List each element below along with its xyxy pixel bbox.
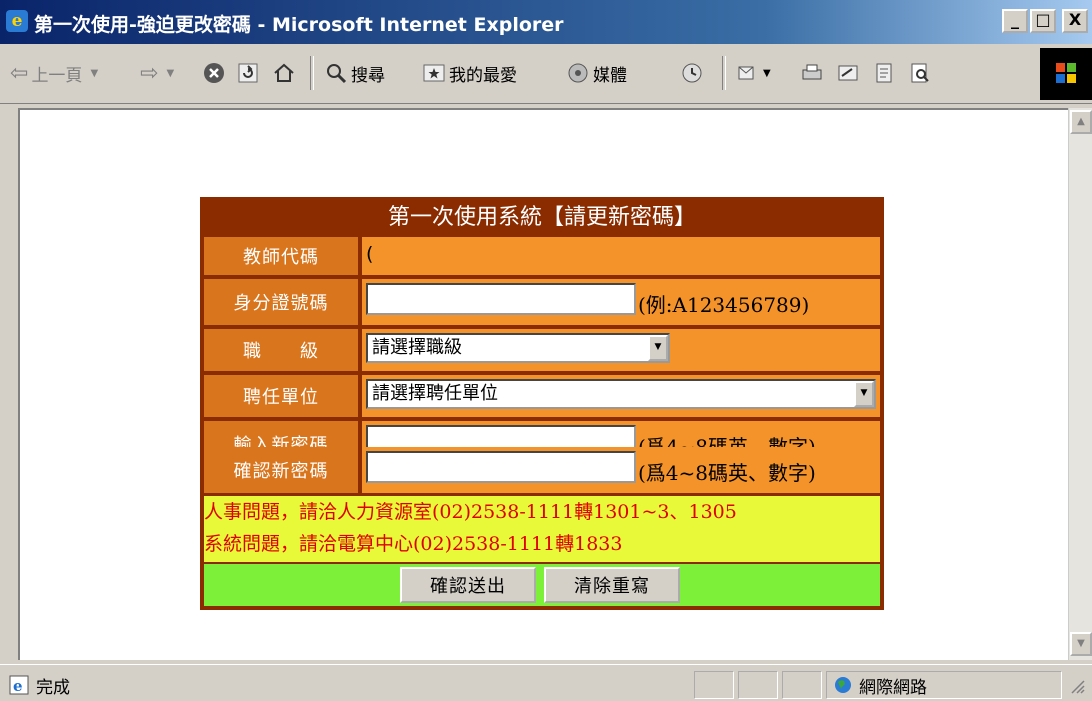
media-icon (568, 63, 588, 83)
rank-select[interactable]: 請選擇職級 ▼ (366, 333, 670, 363)
chevron-down-icon[interactable]: ▼ (854, 381, 874, 407)
unit-select-value: 請選擇聘任單位 (372, 383, 498, 404)
id-number-row: 身分證號碼 (例:A123456789) (204, 279, 880, 325)
research-icon (911, 63, 929, 83)
button-row: 確認送出 清除重寫 (204, 564, 880, 606)
status-text: 完成 (36, 677, 70, 698)
forward-button[interactable]: ⇨ ▼ (140, 58, 174, 88)
stop-icon (204, 63, 224, 83)
unit-row: 聘任單位 請選擇聘任單位 ▼ (204, 375, 880, 417)
it-contact-line: 系統問題，請洽電算中心(02)2538-1111轉1833 (204, 533, 623, 555)
confirm-password-label: 確認新密碼 (204, 447, 358, 493)
print-icon (802, 64, 822, 80)
toolbar-separator (310, 56, 314, 90)
vertical-scrollbar[interactable]: ▲ ▼ (1068, 108, 1092, 660)
toolbar: ⇦ 上一頁 ▼ ⇨ ▼ 搜尋 我的最愛 媒體 ▼ (0, 44, 1092, 104)
reset-button[interactable]: 清除重寫 (544, 567, 680, 603)
search-icon (327, 64, 347, 84)
unit-value-cell: 請選擇聘任單位 ▼ (362, 375, 880, 417)
resize-grip-icon[interactable] (1066, 671, 1090, 699)
favorites-button[interactable]: 我的最愛 (422, 58, 517, 88)
contact-info: 人事問題，請洽人力資源室(02)2538-1111轉1301~3、1305 系統… (204, 496, 880, 562)
scroll-down-button[interactable]: ▼ (1070, 632, 1092, 656)
teacher-code-value: ( (366, 243, 374, 265)
chevron-down-icon: ▼ (763, 67, 771, 79)
page-done-icon: e (9, 675, 29, 695)
document-icon (876, 63, 892, 83)
id-number-label: 身分證號碼 (204, 279, 358, 325)
rank-row: 職 級 請選擇職級 ▼ (204, 329, 880, 371)
rank-value-cell: 請選擇職級 ▼ (362, 329, 880, 371)
confirm-password-value-cell: (爲4~8碼英、數字) (362, 447, 880, 493)
minimize-button[interactable]: _ (1002, 9, 1028, 33)
confirm-password-input[interactable] (366, 451, 636, 483)
forward-arrow-icon: ⇨ (140, 60, 159, 86)
globe-icon (835, 677, 851, 693)
windows-logo-icon (1040, 48, 1092, 100)
unit-select[interactable]: 請選擇聘任單位 ▼ (366, 379, 876, 409)
edit-button[interactable] (836, 58, 863, 88)
scroll-up-button[interactable]: ▲ (1070, 110, 1092, 134)
favorites-label: 我的最愛 (449, 65, 517, 86)
back-button[interactable]: ⇦ 上一頁 ▼ (10, 58, 98, 88)
search-button[interactable]: 搜尋 (324, 58, 385, 88)
confirm-password-row: 確認新密碼 (爲4~8碼英、數字) (204, 447, 880, 493)
stop-button[interactable] (202, 58, 229, 88)
home-button[interactable] (272, 58, 299, 88)
back-label: 上一頁 (31, 65, 83, 86)
favorites-star-icon (423, 64, 445, 82)
rank-select-value: 請選擇職級 (372, 337, 462, 358)
search-label: 搜尋 (351, 65, 385, 86)
toolbar-separator (722, 56, 726, 90)
teacher-code-label: 教師代碼 (204, 237, 358, 275)
research-button[interactable] (908, 58, 935, 88)
id-number-value-cell: (例:A123456789) (362, 279, 880, 325)
print-button[interactable] (800, 58, 827, 88)
form-title: 第一次使用系統【請更新密碼】 (387, 205, 696, 230)
media-label: 媒體 (593, 65, 627, 86)
history-icon (682, 63, 702, 83)
title-bar: e 第一次使用-強迫更改密碼 - Microsoft Internet Expl… (0, 0, 1092, 44)
edit-icon (838, 65, 858, 81)
status-bar: e 完成 網際網路 (0, 664, 1092, 701)
close-button[interactable]: X (1062, 9, 1088, 33)
maximize-button[interactable]: □ (1030, 9, 1056, 33)
zone-text: 網際網路 (859, 677, 927, 698)
teacher-code-row: 教師代碼 ( (204, 237, 880, 275)
refresh-button[interactable] (236, 58, 263, 88)
status-panel (782, 671, 822, 699)
password-form: 第一次使用系統【請更新密碼】 教師代碼 ( 身分證號碼 (例:A12345678… (200, 197, 884, 610)
unit-label: 聘任單位 (204, 375, 358, 417)
media-button[interactable]: 媒體 (566, 58, 627, 88)
confirm-password-hint: (爲4~8碼英、數字) (638, 461, 816, 485)
ie-logo-icon: e (6, 10, 28, 32)
id-number-hint: (例:A123456789) (638, 293, 810, 317)
chevron-down-icon: ▼ (166, 67, 175, 79)
home-icon (274, 63, 294, 82)
teacher-code-value-cell: ( (362, 237, 880, 275)
mail-button[interactable]: ▼ (736, 58, 771, 88)
status-panel (738, 671, 778, 699)
hr-contact-line: 人事問題，請洽人力資源室(02)2538-1111轉1301~3、1305 (204, 501, 737, 523)
zone-panel: 網際網路 (826, 671, 1062, 699)
window-title: 第一次使用-強迫更改密碼 - Microsoft Internet Explor… (34, 14, 564, 36)
discuss-button[interactable] (872, 58, 899, 88)
svg-text:e: e (13, 677, 23, 695)
chevron-down-icon[interactable]: ▼ (648, 335, 668, 361)
rank-label: 職 級 (204, 329, 358, 371)
back-arrow-icon: ⇦ (10, 60, 29, 86)
status-panel (694, 671, 734, 699)
submit-button[interactable]: 確認送出 (400, 567, 536, 603)
mail-icon (738, 66, 754, 80)
status-text-cell: e 完成 (4, 671, 690, 699)
history-button[interactable] (680, 58, 707, 88)
chevron-down-icon: ▼ (90, 67, 99, 79)
id-number-input[interactable] (366, 283, 636, 315)
refresh-icon (238, 63, 258, 83)
